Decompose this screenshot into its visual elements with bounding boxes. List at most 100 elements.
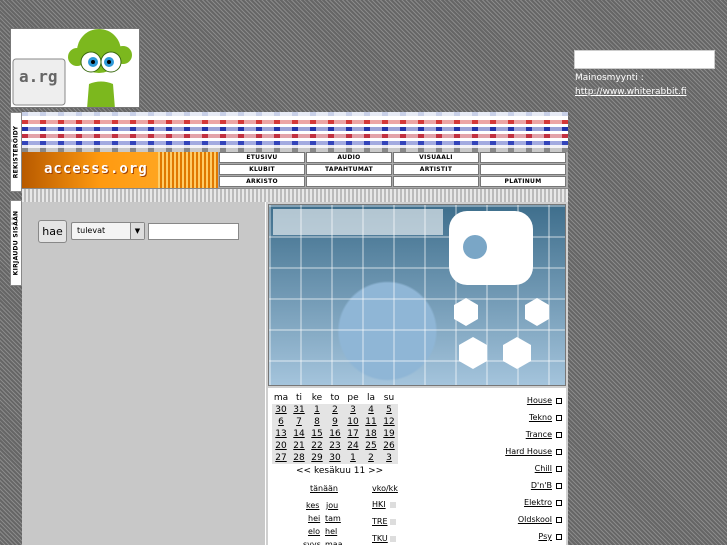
nav-arkisto[interactable]: ARKISTO: [219, 176, 305, 187]
checkbox-icon[interactable]: [556, 431, 562, 438]
month-link[interactable]: tam: [325, 514, 341, 523]
calendar-day-link[interactable]: 1: [314, 405, 320, 415]
calendar-day-link[interactable]: 15: [311, 429, 322, 439]
checkbox-icon[interactable]: [556, 482, 562, 489]
calendar-day-link[interactable]: 28: [293, 453, 304, 463]
checkbox-icon[interactable]: [556, 499, 562, 506]
calendar-day[interactable]: 27: [272, 452, 290, 464]
calendar-day-link[interactable]: 30: [275, 405, 286, 415]
nav-artistit[interactable]: ARTISTIT: [393, 164, 479, 175]
genre-link-oldskool[interactable]: Oldskool: [518, 515, 562, 524]
calendar-day[interactable]: 9: [326, 416, 344, 428]
calendar-day[interactable]: 28: [290, 452, 308, 464]
calendar-day[interactable]: 24: [344, 440, 362, 452]
calendar-day-link[interactable]: 31: [293, 405, 304, 415]
calendar-day-link[interactable]: 13: [275, 429, 286, 439]
calendar-day-link[interactable]: 9: [332, 417, 338, 427]
calendar-day[interactable]: 23: [326, 440, 344, 452]
month-link[interactable]: maa: [325, 540, 343, 545]
city-link-hki[interactable]: HKI: [372, 500, 386, 509]
today-link[interactable]: tänään: [310, 484, 338, 493]
month-link[interactable]: hei: [308, 514, 320, 523]
calendar-day[interactable]: 10: [344, 416, 362, 428]
genre-link-psy[interactable]: Psy: [538, 532, 562, 541]
calendar-day-link[interactable]: 19: [383, 429, 394, 439]
calendar-day[interactable]: 4: [362, 404, 380, 416]
chevron-down-icon[interactable]: ▼: [130, 223, 144, 239]
calendar-day[interactable]: 31: [290, 404, 308, 416]
calendar-day-link[interactable]: 3: [350, 405, 356, 415]
calendar-day-link[interactable]: 7: [296, 417, 302, 427]
checkbox-icon[interactable]: [556, 397, 562, 404]
calendar-day[interactable]: 19: [380, 428, 398, 440]
genre-link-house[interactable]: House: [527, 396, 562, 405]
genre-link-trance[interactable]: Trance: [526, 430, 562, 439]
calendar-day-link[interactable]: 3: [386, 453, 392, 463]
calendar-day[interactable]: 18: [362, 428, 380, 440]
banner-logo[interactable]: accesss.org: [22, 152, 218, 188]
next-month-link[interactable]: >>: [368, 466, 383, 476]
calendar-day[interactable]: 26: [380, 440, 398, 452]
calendar-day-link[interactable]: 12: [383, 417, 394, 427]
calendar-day-link[interactable]: 24: [347, 441, 358, 451]
calendar-day[interactable]: 30: [272, 404, 290, 416]
calendar-day-link[interactable]: 17: [347, 429, 358, 439]
calendar-day[interactable]: 15: [308, 428, 326, 440]
calendar-day[interactable]: 1: [344, 452, 362, 464]
genre-link-chill[interactable]: Chill: [535, 464, 562, 473]
checkbox-icon[interactable]: [556, 533, 562, 540]
nav-etusivu[interactable]: ETUSIVU: [219, 152, 305, 163]
ad-link[interactable]: http://www.whiterabbit.fi: [575, 87, 687, 97]
event-filter-select[interactable]: tulevat ▼: [71, 222, 145, 240]
search-input[interactable]: [148, 223, 239, 240]
search-button[interactable]: hae: [38, 220, 67, 243]
calendar-day[interactable]: 1: [308, 404, 326, 416]
nav-tapahtumat[interactable]: TAPAHTUMAT: [306, 164, 392, 175]
nav-platinum[interactable]: PLATINUM: [480, 176, 566, 187]
calendar-day-link[interactable]: 23: [329, 441, 340, 451]
checkbox-icon[interactable]: [556, 448, 562, 455]
calendar-day-link[interactable]: 10: [347, 417, 358, 427]
calendar-day[interactable]: 13: [272, 428, 290, 440]
calendar-day[interactable]: 30: [326, 452, 344, 464]
calendar-day-link[interactable]: 5: [386, 405, 392, 415]
calendar-day-link[interactable]: 30: [329, 453, 340, 463]
month-link[interactable]: jou: [326, 501, 338, 510]
calendar-day[interactable]: 3: [380, 452, 398, 464]
prev-month-link[interactable]: <<: [296, 466, 311, 476]
month-link[interactable]: elo: [308, 527, 320, 536]
login-tab[interactable]: KIRJAUDU SISÄÄN: [10, 200, 22, 286]
calendar-day-link[interactable]: 25: [365, 441, 376, 451]
calendar-day[interactable]: 5: [380, 404, 398, 416]
calendar-day-link[interactable]: 20: [275, 441, 286, 451]
month-link[interactable]: syys: [303, 540, 321, 545]
calendar-day[interactable]: 16: [326, 428, 344, 440]
calendar-day[interactable]: 2: [326, 404, 344, 416]
calendar-day[interactable]: 17: [344, 428, 362, 440]
ad-box[interactable]: [574, 50, 715, 69]
checkbox-icon[interactable]: [556, 465, 562, 472]
city-link-tre[interactable]: TRE: [372, 517, 388, 526]
calendar-day-link[interactable]: 2: [332, 405, 338, 415]
calendar-day[interactable]: 8: [308, 416, 326, 428]
month-link[interactable]: hel: [325, 527, 337, 536]
calendar-day[interactable]: 3: [344, 404, 362, 416]
calendar-day-link[interactable]: 2: [368, 453, 374, 463]
city-link-tku[interactable]: TKU: [372, 534, 388, 543]
calendar-day[interactable]: 20: [272, 440, 290, 452]
calendar-day[interactable]: 12: [380, 416, 398, 428]
nav-klubit[interactable]: KLUBIT: [219, 164, 305, 175]
genre-link-hard-house[interactable]: Hard House: [505, 447, 562, 456]
calendar-day[interactable]: 29: [308, 452, 326, 464]
calendar-day-link[interactable]: 1: [350, 453, 356, 463]
calendar-day-link[interactable]: 6: [278, 417, 284, 427]
genre-link-dnb[interactable]: D'n'B: [531, 481, 562, 490]
calendar-day[interactable]: 7: [290, 416, 308, 428]
week-month-link[interactable]: vko/kk: [372, 484, 398, 493]
calendar-day-link[interactable]: 16: [329, 429, 340, 439]
calendar-day[interactable]: 22: [308, 440, 326, 452]
register-tab[interactable]: REKISTERÖIDY: [10, 112, 22, 192]
site-logo[interactable]: a.rg: [10, 28, 140, 108]
calendar-day[interactable]: 11: [362, 416, 380, 428]
calendar-day-link[interactable]: 21: [293, 441, 304, 451]
